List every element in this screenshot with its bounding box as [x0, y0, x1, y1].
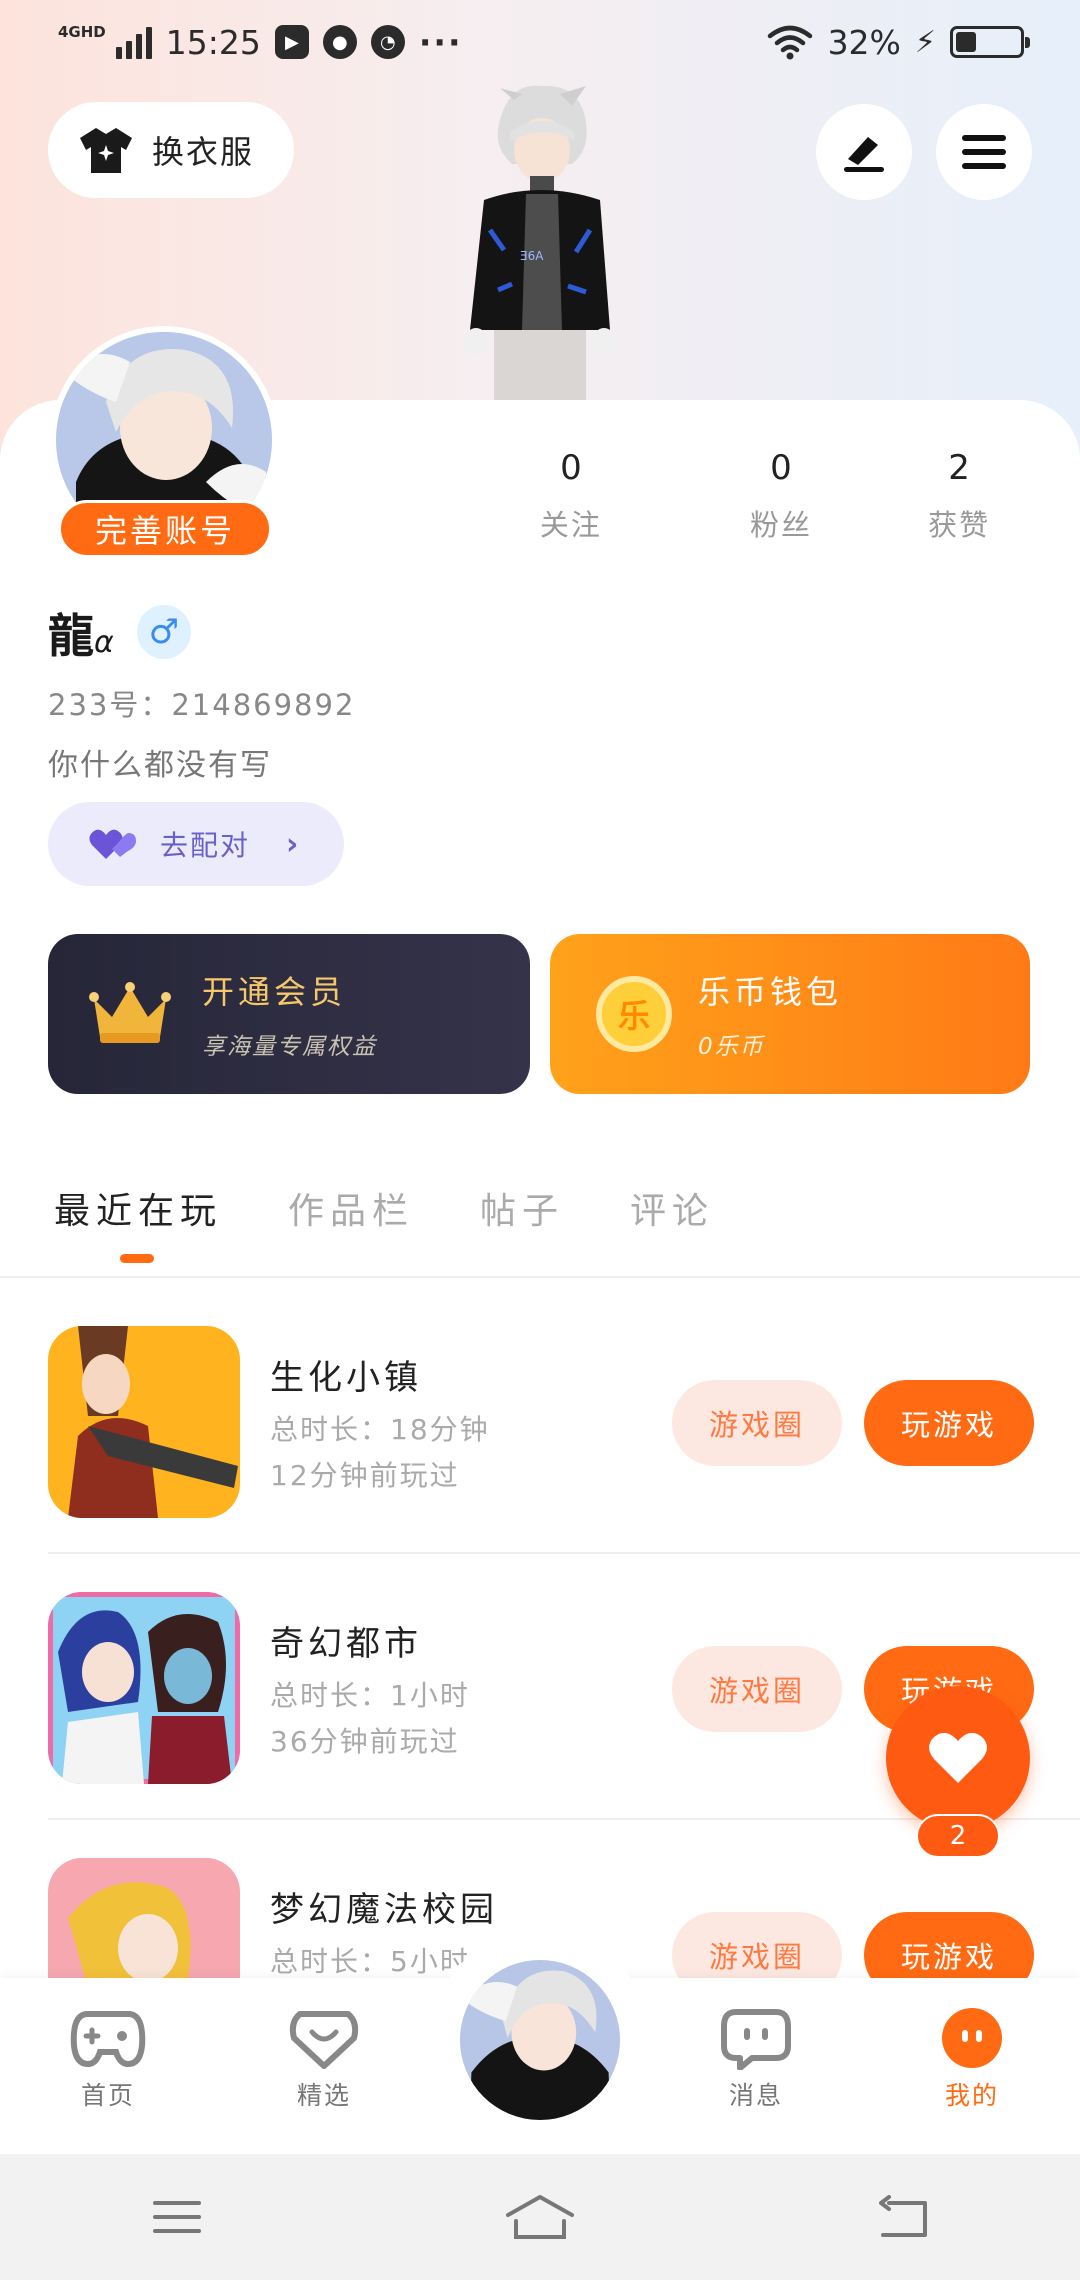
game-last-played: 36分钟前玩过 [270, 1725, 460, 1758]
tab-recently-played[interactable]: 最近在玩 [54, 1182, 222, 1263]
stat-likes[interactable]: 2 获赞 [878, 448, 1040, 544]
vip-membership-card[interactable]: 开通会员 享海量专属权益 [48, 934, 530, 1094]
signal-icon [115, 25, 152, 59]
change-outfit-label: 换衣服 [152, 133, 255, 171]
row-divider [48, 1552, 1080, 1554]
following-count: 0 [560, 448, 582, 488]
more-notifications-icon: ··· [418, 22, 463, 62]
vip-title: 开通会员 [202, 973, 347, 1011]
gamepad-icon [70, 2011, 146, 2068]
complete-account-button[interactable]: 完善账号 [58, 500, 272, 558]
nav-messages-label: 消息 [728, 2081, 783, 2110]
network-type: 4GHD [58, 22, 106, 41]
menu-button[interactable] [936, 104, 1032, 200]
message-icon [721, 2009, 791, 2070]
followers-label: 粉丝 [749, 508, 812, 542]
list-item[interactable]: 生化小镇 总时长：18分钟 12分钟前玩过 游戏圈 玩游戏 [48, 1326, 1080, 1520]
game-total-duration: 总时长：5小时 [270, 1945, 470, 1978]
tab-comments[interactable]: 评论 [630, 1182, 714, 1234]
nav-me[interactable]: 我的 [912, 2006, 1032, 2112]
profile-tabs: 最近在玩 作品栏 帖子 评论 [54, 1182, 714, 1263]
username-text: 龍 [48, 609, 94, 663]
wallet-balance: 0乐币 [698, 1034, 765, 1060]
stat-followers[interactable]: 0 粉丝 [686, 448, 876, 544]
nav-me-label: 我的 [944, 2081, 999, 2110]
pen-icon [844, 137, 884, 172]
heart-icon [929, 1732, 987, 1783]
tab-works[interactable]: 作品栏 [288, 1182, 414, 1234]
back-icon[interactable] [875, 2195, 931, 2239]
game-total-duration: 总时长：1小时 [270, 1679, 470, 1712]
recent-apps-icon[interactable] [149, 2195, 205, 2239]
change-outfit-button[interactable]: 换衣服 [48, 102, 294, 198]
nav-picks[interactable]: 精选 [264, 2006, 384, 2112]
like-count-badge: 2 [916, 1814, 1000, 1858]
game-circle-button[interactable]: 游戏圈 [672, 1646, 842, 1732]
charging-icon: ⚡ [914, 24, 936, 60]
game-last-played: 12分钟前玩过 [270, 1459, 460, 1492]
clock: 15:25 [165, 22, 261, 62]
battery-icon [950, 26, 1030, 58]
system-navigation-bar [0, 2154, 1080, 2280]
user-bio: 你什么都没有写 [48, 748, 272, 783]
go-match-label: 去配对 [160, 829, 251, 862]
edit-profile-button[interactable] [816, 104, 912, 200]
battery-percent: 32% [827, 22, 901, 62]
coin-wallet-card[interactable]: 乐 乐币钱包 0乐币 [550, 934, 1030, 1094]
nav-messages[interactable]: 消息 [696, 2006, 816, 2112]
profile-stats: 0 关注 0 粉丝 2 获赞 [470, 448, 1040, 544]
svg-text:Ǝ6A: Ǝ6A [520, 249, 544, 263]
username: 龍α [48, 600, 114, 666]
followers-count: 0 [770, 448, 792, 488]
nav-picks-label: 精选 [296, 2081, 351, 2110]
video-notification-icon: ▶ [274, 25, 309, 59]
speedometer-notification-icon: ◔ [370, 25, 405, 59]
user-id: 233号：214869892 [48, 688, 356, 722]
tab-divider [0, 1276, 1080, 1278]
wallet-title: 乐币钱包 [698, 973, 843, 1011]
game-thumbnail [48, 1326, 240, 1518]
vip-subtitle: 享海量专属权益 [202, 1034, 377, 1060]
username-suffix: α [94, 625, 114, 660]
male-gender-icon: ♂ [137, 605, 191, 659]
stat-following[interactable]: 0 关注 [490, 448, 652, 544]
following-label: 关注 [539, 508, 602, 542]
nav-home[interactable]: 首页 [48, 2006, 168, 2112]
heart-chat-icon [289, 2011, 359, 2069]
play-game-button[interactable]: 玩游戏 [864, 1380, 1034, 1466]
likes-count: 2 [948, 448, 970, 488]
game-title: 生化小镇 [270, 1358, 422, 1398]
tab-posts[interactable]: 帖子 [480, 1182, 564, 1234]
hamburger-menu-icon [962, 135, 1006, 169]
shirt-icon [80, 128, 132, 173]
likes-label: 获赞 [928, 508, 991, 542]
avatar-figure[interactable]: Ǝ6A [440, 80, 640, 410]
status-bar: 4GHD 15:25 ▶ ● ◔ ··· 32% ⚡ [0, 0, 1080, 84]
home-system-icon[interactable] [504, 2193, 576, 2241]
crown-icon [89, 982, 171, 1043]
wifi-icon [767, 25, 812, 60]
wechat-notification-icon: ● [322, 25, 357, 59]
game-circle-button[interactable]: 游戏圈 [672, 1380, 842, 1466]
double-heart-icon [89, 829, 136, 859]
game-thumbnail [48, 1592, 240, 1784]
go-match-button[interactable]: 去配对 › [48, 802, 344, 886]
game-total-duration: 总时长：18分钟 [270, 1413, 490, 1446]
face-icon [942, 2008, 1002, 2068]
game-title: 奇幻都市 [270, 1624, 422, 1664]
chevron-right-icon: › [286, 826, 301, 862]
coin-icon: 乐 [596, 976, 672, 1052]
nav-center-avatar[interactable] [456, 1956, 624, 2124]
like-fab-button[interactable] [886, 1686, 1030, 1830]
nav-home-label: 首页 [80, 2081, 135, 2110]
game-title: 梦幻魔法校园 [270, 1890, 498, 1930]
